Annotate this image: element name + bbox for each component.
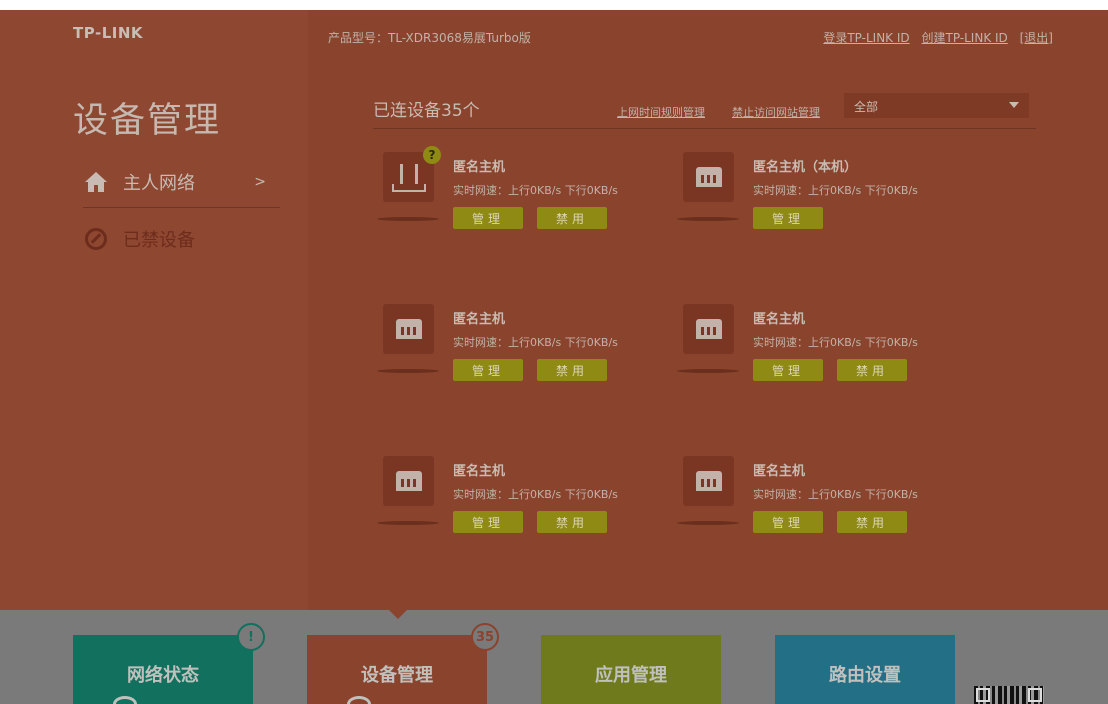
device-card: 匿名主机（本机） 实时网速：上行0KB/s 下行0KB/s 管理 xyxy=(677,152,983,252)
device-card: 匿名主机 实时网速：上行0KB/s 下行0KB/s 管理 禁用 xyxy=(677,456,983,556)
logout-link[interactable]: [退出] xyxy=(1020,31,1053,45)
device-card: 匿名主机 实时网速：上行0KB/s 下行0KB/s 管理 禁用 xyxy=(377,456,683,556)
alert-badge: ! xyxy=(237,623,265,651)
tab-label: 应用管理 xyxy=(595,665,667,686)
ethernet-icon xyxy=(683,152,734,202)
ban-button[interactable]: 禁用 xyxy=(537,359,607,381)
ethernet-icon xyxy=(383,304,434,354)
device-speed: 实时网速：上行0KB/s 下行0KB/s xyxy=(453,488,618,501)
tab-device-management[interactable]: 设备管理 35 xyxy=(307,623,499,704)
divider xyxy=(373,128,1036,129)
device-card: 匿名主机 实时网速：上行0KB/s 下行0KB/s 管理 禁用 xyxy=(677,304,983,404)
filter-selected-value: 全部 xyxy=(854,100,879,114)
connected-device-count: 已连设备35个 xyxy=(373,101,480,121)
schedule-rules-link[interactable]: 上网时间规则管理 xyxy=(617,104,705,120)
unknown-badge: ? xyxy=(423,146,441,164)
chevron-down-icon xyxy=(1009,102,1019,108)
account-links: 登录TP-LINK ID 创建TP-LINK ID [退出] xyxy=(815,29,1053,46)
home-icon xyxy=(83,169,109,195)
manage-button[interactable]: 管理 xyxy=(453,359,523,381)
manage-button[interactable]: 管理 xyxy=(453,511,523,533)
product-model: 产品型号：TL-XDR3068易展Turbo版 xyxy=(328,31,531,45)
ban-button[interactable]: 禁用 xyxy=(837,511,907,533)
sidebar-item-label: 已禁设备 xyxy=(123,230,195,251)
active-indicator xyxy=(389,610,407,619)
device-name: 匿名主机 xyxy=(453,160,506,175)
qr-code xyxy=(974,686,1044,704)
ethernet-icon xyxy=(683,304,734,354)
device-speed: 实时网速：上行0KB/s 下行0KB/s xyxy=(753,184,918,197)
sidebar-item-host-network[interactable]: 主人网络 > xyxy=(83,166,280,208)
ban-icon xyxy=(83,226,109,252)
sidebar-item-label: 主人网络 xyxy=(123,172,195,194)
ban-button[interactable]: 禁用 xyxy=(537,511,607,533)
device-filter-select[interactable]: 全部 xyxy=(844,93,1029,118)
sidebar-item-blocked-devices[interactable]: 已禁设备 xyxy=(83,224,280,254)
manage-button[interactable]: 管理 xyxy=(753,359,823,381)
ethernet-icon xyxy=(383,456,434,506)
device-speed: 实时网速：上行0KB/s 下行0KB/s xyxy=(453,336,618,349)
device-speed: 实时网速：上行0KB/s 下行0KB/s xyxy=(753,488,918,501)
tab-label: 路由设置 xyxy=(829,665,901,686)
manage-button[interactable]: 管理 xyxy=(453,207,523,229)
create-tplink-id-link[interactable]: 创建TP-LINK ID xyxy=(921,31,1007,45)
device-name: 匿名主机 xyxy=(753,312,806,327)
ban-button[interactable]: 禁用 xyxy=(837,359,907,381)
login-tplink-id-link[interactable]: 登录TP-LINK ID xyxy=(823,31,909,45)
device-count-badge: 35 xyxy=(471,623,499,651)
chevron-right-icon: > xyxy=(254,173,266,190)
device-name: 匿名主机 xyxy=(453,464,506,479)
tab-network-status[interactable]: 网络状态 ! xyxy=(73,623,265,704)
manage-button[interactable]: 管理 xyxy=(753,511,823,533)
device-speed: 实时网速：上行0KB/s 下行0KB/s xyxy=(753,336,918,349)
device-card: ? 匿名主机 实时网速：上行0KB/s 下行0KB/s 管理 禁用 xyxy=(377,146,683,252)
ban-button[interactable]: 禁用 xyxy=(537,207,607,229)
device-name: 匿名主机 xyxy=(453,312,506,327)
device-speed: 实时网速：上行0KB/s 下行0KB/s xyxy=(453,184,618,197)
page-title: 设备管理 xyxy=(73,101,222,141)
manage-button[interactable]: 管理 xyxy=(753,207,823,229)
device-name: 匿名主机（本机） xyxy=(753,160,858,175)
tab-label: 网络状态 xyxy=(127,665,199,686)
top-strip xyxy=(0,0,1108,10)
ethernet-icon xyxy=(683,456,734,506)
tplink-logo: TP-LINK xyxy=(73,24,144,42)
device-card: 匿名主机 实时网速：上行0KB/s 下行0KB/s 管理 禁用 xyxy=(377,304,683,404)
tab-label: 设备管理 xyxy=(361,665,433,686)
tab-router-settings[interactable]: 路由设置 xyxy=(775,635,955,704)
block-websites-link[interactable]: 禁止访问网站管理 xyxy=(732,104,820,120)
tab-app-management[interactable]: 应用管理 xyxy=(541,635,721,704)
device-name: 匿名主机 xyxy=(753,464,806,479)
